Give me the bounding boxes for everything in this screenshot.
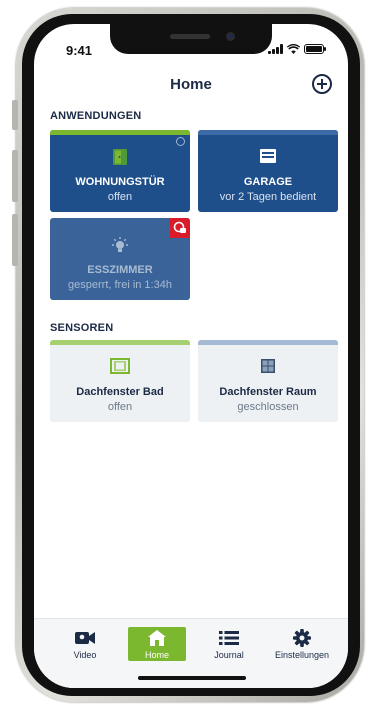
- tile-status: geschlossen: [237, 401, 299, 413]
- tab-label: Journal: [214, 650, 244, 660]
- status-bar-blue: [198, 130, 338, 135]
- tab-label: Einstellungen: [274, 650, 330, 660]
- list-icon: [200, 629, 258, 647]
- home-icon: [128, 629, 186, 647]
- garage-icon: [198, 148, 338, 166]
- home-indicator[interactable]: [138, 676, 246, 680]
- door-open-icon: [50, 148, 190, 166]
- speaker-grill: [170, 34, 210, 39]
- tab-label: Video: [73, 650, 97, 660]
- tab-home[interactable]: Home: [128, 627, 186, 661]
- tab-einstellungen[interactable]: Einstellungen: [270, 627, 334, 661]
- volume-down-button: [12, 214, 18, 266]
- tile-title: ESSZIMMER: [87, 264, 153, 276]
- tile-dachfenster-bad[interactable]: Dachfenster Bad offen: [50, 340, 190, 422]
- window-closed-icon: [198, 358, 338, 376]
- tile-garage[interactable]: GARAGE vor 2 Tagen bedient: [198, 130, 338, 212]
- status-time: 9:41: [66, 43, 93, 58]
- check-circle-icon: [176, 137, 185, 146]
- app-screen: 9:41 Home ANWENDUNGEN WOHNUNGSTÜR offen: [34, 24, 348, 688]
- tile-status: vor 2 Tagen bedient: [219, 191, 317, 203]
- tile-title: WOHNUNGSTÜR: [75, 176, 165, 188]
- front-camera: [226, 32, 235, 41]
- status-icons: [268, 44, 326, 54]
- section-title-applications: ANWENDUNGEN: [50, 110, 142, 122]
- tile-dachfenster-raum[interactable]: Dachfenster Raum geschlossen: [198, 340, 338, 422]
- video-camera-icon: [56, 629, 114, 647]
- window-open-icon: [50, 358, 190, 376]
- tile-title: Dachfenster Raum: [219, 386, 317, 398]
- lightbulb-icon: [50, 236, 190, 254]
- tile-wohnungstuer[interactable]: WOHNUNGSTÜR offen: [50, 130, 190, 212]
- gear-icon: [270, 629, 334, 647]
- status-bar-light-blue: [198, 340, 338, 345]
- battery-icon: [304, 44, 326, 54]
- status-bar-light-green: [50, 340, 190, 345]
- tab-video[interactable]: Video: [56, 627, 114, 661]
- tile-title: Dachfenster Bad: [76, 386, 164, 398]
- cellular-signal-icon: [268, 44, 283, 54]
- wifi-icon: [287, 44, 300, 54]
- bottom-tab-bar: Video Home Journal Einstellungen: [34, 618, 348, 688]
- status-bar-green: [50, 130, 190, 135]
- section-title-sensors: SENSOREN: [50, 322, 114, 334]
- tile-title: GARAGE: [243, 176, 293, 188]
- volume-up-button: [12, 150, 18, 202]
- notch: [110, 24, 272, 54]
- tile-status: gesperrt, frei in 1:34h: [68, 279, 172, 291]
- tab-journal[interactable]: Journal: [200, 627, 258, 661]
- page-title: Home: [170, 76, 212, 93]
- add-plus-icon[interactable]: [312, 74, 332, 94]
- tile-status: offen: [107, 191, 133, 203]
- lock-badge-icon: [170, 218, 190, 238]
- tile-status: offen: [107, 401, 133, 413]
- tile-esszimmer[interactable]: ESSZIMMER gesperrt, frei in 1:34h: [50, 218, 190, 300]
- mute-switch: [12, 100, 18, 130]
- tab-label: Home: [144, 650, 169, 660]
